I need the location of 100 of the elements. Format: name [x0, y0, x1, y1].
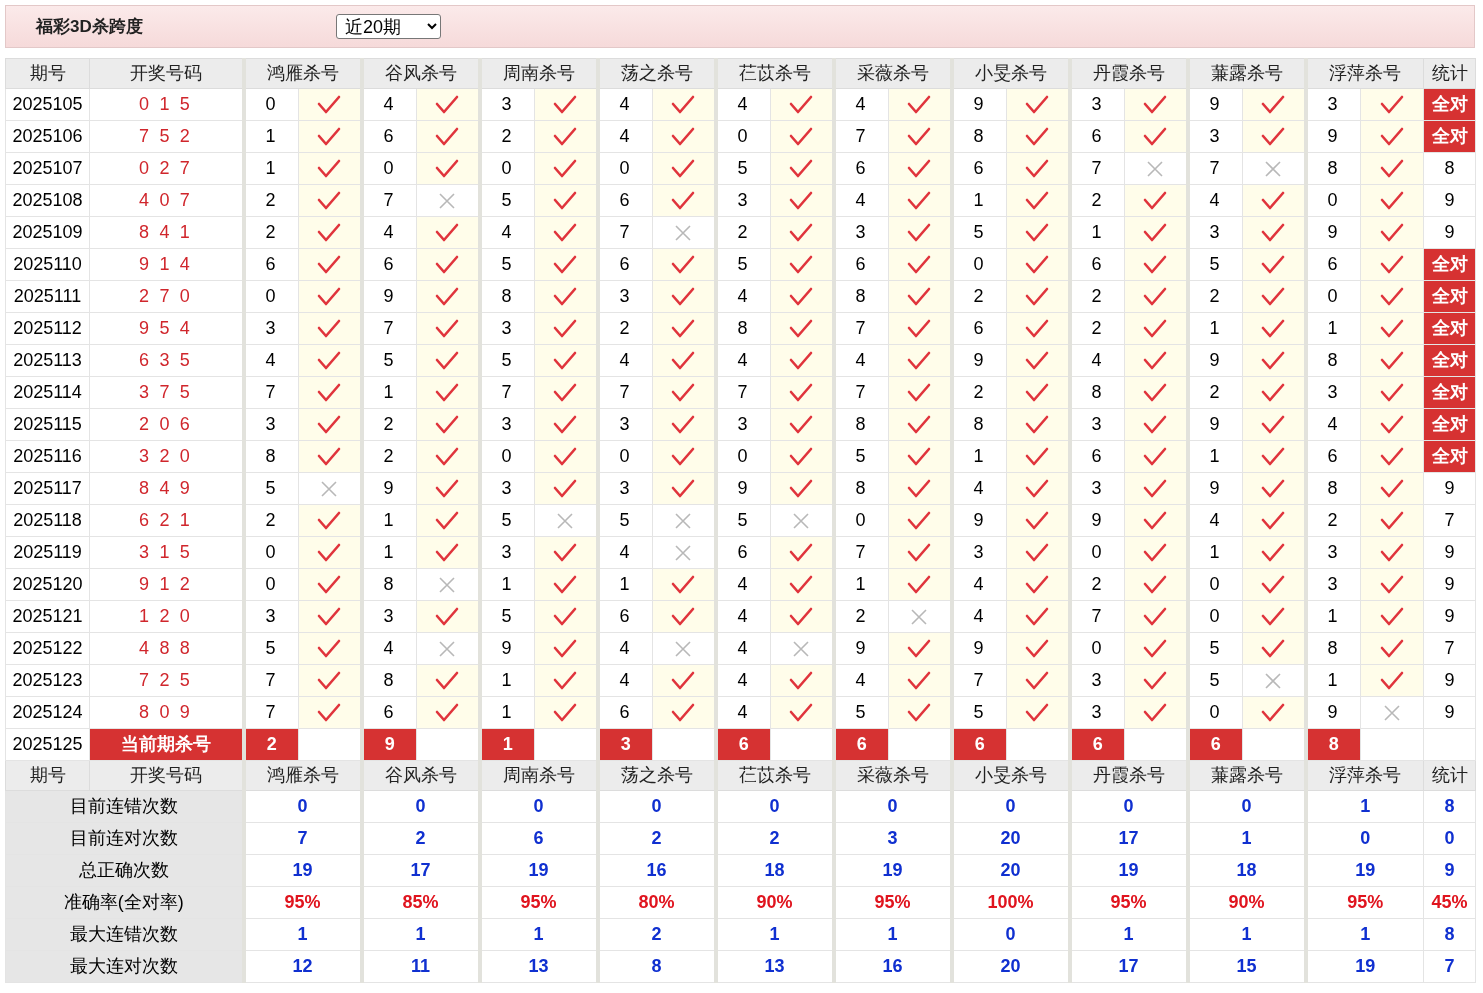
check-icon	[789, 383, 814, 404]
check-icon	[907, 415, 932, 436]
stat-cell: 9	[1423, 664, 1476, 697]
issue-cell: 2025111	[5, 280, 90, 313]
current-pick: 6	[1187, 728, 1243, 761]
check-icon	[1380, 127, 1404, 148]
summary-value: 19	[1305, 854, 1424, 887]
issue-cell: 2025110	[5, 248, 90, 281]
check-icon	[671, 95, 696, 116]
check-icon	[671, 383, 696, 404]
check-icon	[671, 703, 696, 724]
cross-icon	[674, 512, 693, 531]
summary-value: 19	[833, 854, 952, 887]
summary-value: 2	[597, 918, 716, 951]
check-icon	[907, 159, 932, 180]
page-title: 福彩3D杀跨度	[36, 15, 144, 38]
summary-value: 0	[833, 790, 952, 823]
column-header: 浮萍杀号	[1305, 760, 1424, 791]
check-icon	[789, 127, 814, 148]
check-icon	[435, 415, 460, 436]
check-icon	[789, 319, 814, 340]
check-icon	[671, 415, 696, 436]
column-header: 周南杀号	[479, 58, 598, 89]
check-icon	[671, 287, 696, 308]
check-icon	[317, 319, 342, 340]
check-icon	[1025, 415, 1050, 436]
check-icon	[1025, 159, 1050, 180]
check-icon	[907, 191, 932, 212]
check-icon	[907, 351, 932, 372]
issue-cell: 2025117	[5, 472, 90, 505]
summary-value: 1	[833, 918, 952, 951]
check-icon	[317, 671, 342, 692]
check-icon	[1380, 255, 1404, 276]
check-icon	[789, 287, 814, 308]
current-pick: 2	[243, 728, 299, 761]
check-icon	[1025, 287, 1050, 308]
check-icon	[317, 543, 342, 564]
check-icon	[553, 255, 578, 276]
column-header: 蒹露杀号	[1187, 760, 1306, 791]
all-correct-badge: 全对	[1423, 344, 1476, 377]
check-icon	[553, 575, 578, 596]
current-pick: 6	[715, 728, 771, 761]
summary-value: 16	[833, 950, 952, 983]
check-icon	[1025, 95, 1050, 116]
check-icon	[1380, 479, 1404, 500]
summary-value: 7	[243, 822, 362, 855]
issue-cell: 2025113	[5, 344, 90, 377]
check-icon	[1025, 671, 1050, 692]
issue-cell: 2025115	[5, 408, 90, 441]
cross-icon	[792, 640, 811, 659]
check-icon	[317, 159, 342, 180]
check-icon	[1261, 383, 1286, 404]
summary-value: 2	[597, 822, 716, 855]
summary-value: 85%	[361, 886, 480, 919]
stat-cell: 8	[1423, 152, 1476, 185]
check-icon	[317, 191, 342, 212]
check-icon	[907, 511, 932, 532]
summary-value: 20	[951, 822, 1070, 855]
check-icon	[1143, 543, 1168, 564]
check-icon	[789, 479, 814, 500]
check-icon	[907, 639, 932, 660]
check-icon	[789, 543, 814, 564]
check-icon	[553, 191, 578, 212]
check-icon	[435, 287, 460, 308]
check-icon	[553, 607, 578, 628]
check-icon	[1143, 383, 1168, 404]
issue-cell: 2025124	[5, 696, 90, 729]
summary-value: 1	[1305, 790, 1424, 823]
check-icon	[317, 287, 342, 308]
summary-value: 7	[1423, 950, 1476, 983]
check-icon	[1143, 223, 1168, 244]
check-icon	[1025, 703, 1050, 724]
check-icon	[435, 479, 460, 500]
period-select[interactable]: 近20期	[336, 14, 441, 39]
issue-cell: 2025119	[5, 536, 90, 569]
summary-value: 0	[1305, 822, 1424, 855]
issue-cell: 2025123	[5, 664, 90, 697]
check-icon	[907, 543, 932, 564]
summary-value: 45%	[1423, 886, 1476, 919]
check-icon	[317, 95, 342, 116]
check-icon	[1025, 127, 1050, 148]
summary-value: 12	[243, 950, 362, 983]
check-icon	[1025, 319, 1050, 340]
column-header: 小旻杀号	[951, 760, 1070, 791]
check-icon	[435, 383, 460, 404]
summary-value: 100%	[951, 886, 1070, 919]
check-icon	[1261, 351, 1286, 372]
check-icon	[1261, 511, 1286, 532]
issue-cell: 2025120	[5, 568, 90, 601]
issue-cell: 2025114	[5, 376, 90, 409]
column-header: 谷风杀号	[361, 58, 480, 89]
check-icon	[553, 159, 578, 180]
column-header: 荡之杀号	[597, 58, 716, 89]
check-icon	[317, 127, 342, 148]
stat-cell: 9	[1423, 600, 1476, 633]
issue-cell: 2025112	[5, 312, 90, 345]
summary-value: 0	[597, 790, 716, 823]
check-icon	[435, 543, 460, 564]
check-icon	[907, 447, 932, 468]
check-icon	[317, 639, 342, 660]
